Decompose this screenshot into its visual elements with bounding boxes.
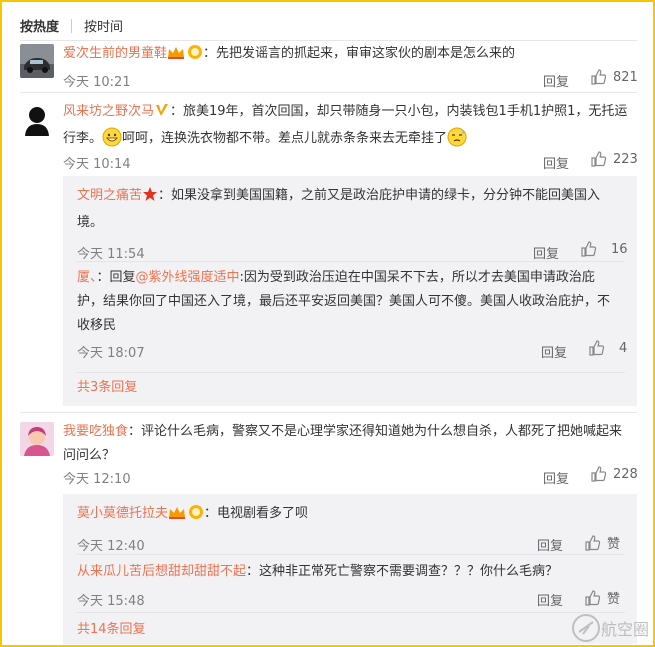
crown-badge-icon (167, 45, 187, 69)
grin-emoji-icon (102, 127, 122, 147)
reply-username[interactable]: 从来瓜儿苦后想甜却甜甜不起 (77, 564, 246, 579)
like-count: 4 (619, 340, 628, 356)
comment-username[interactable]: 爱次生前的男童鞋 (63, 46, 167, 61)
member-badge-icon (187, 44, 203, 69)
reply-thread: 文明之痛苦 ：如果没拿到美国国籍，之前又是政治庇护申请的绿卡，分分钟不能回美国入 … (63, 176, 637, 406)
like-button[interactable]: 4 (589, 340, 627, 356)
more-replies: 共14条回复 (77, 618, 625, 642)
comment-username[interactable]: 风来坊之野次马 (63, 104, 154, 119)
comment-text: ：旅美19年，首次回国，却只带随身一只小包，内装钱包1手机1护照1，无托运 (170, 104, 628, 119)
reply-item: 文明之痛苦 ：如果没拿到美国国籍，之前又是政治庇护申请的绿卡，分分钟不能回美国入 … (77, 184, 628, 263)
more-replies-link[interactable]: 共3条回复 (77, 380, 137, 395)
reply-divider (77, 261, 625, 262)
sort-bar-divider (20, 40, 637, 41)
star-badge-icon (142, 186, 158, 211)
reply-time: 今天 15:48 (77, 594, 145, 609)
reply-text: ：这种非正常死亡警察不需要调查？？？你什么毛病？ (246, 564, 559, 579)
reply-button[interactable]: 回复 (543, 153, 569, 172)
reply-username[interactable]: 厦、 (77, 270, 97, 285)
thumbs-up-icon (591, 466, 607, 482)
avatar[interactable] (20, 422, 54, 456)
reply-username[interactable]: 莫小莫德托拉夫 (77, 506, 168, 521)
verified-v-icon (154, 102, 170, 127)
reply-time: 今天 12:40 (77, 539, 145, 554)
like-count: 821 (613, 69, 638, 85)
like-count: 赞 (607, 592, 621, 607)
reply-button[interactable]: 回复 (537, 535, 563, 554)
reply-text: :因为受到政治压迫在中国呆不下去，所以才去美国申请政治庇 (239, 270, 595, 285)
reply-text: ：如果没拿到美国国籍，之前又是政治庇护申请的绿卡，分分钟不能回美国入 (158, 188, 601, 203)
crown-badge-icon (168, 505, 188, 529)
like-button[interactable]: 223 (591, 151, 638, 167)
like-count: 赞 (607, 537, 621, 552)
reply-prefix: ：回复 (96, 270, 136, 285)
comment-item: 我要吃独食：评论什么毛病，警察又不是心理学家还得知道她为什么想自杀，人都死了把她… (20, 422, 638, 490)
reply-divider (77, 612, 625, 613)
comment-divider (20, 412, 637, 413)
reply-item: 厦、：回复@紫外线强度适中:因为受到政治压迫在中国呆不下去，所以才去美国申请政治… (77, 266, 627, 362)
avatar[interactable] (20, 44, 54, 78)
reply-username[interactable]: 文明之痛苦 (77, 188, 142, 203)
sweat-emoji-icon (447, 127, 467, 147)
comment-username[interactable]: 我要吃独食 (63, 424, 128, 439)
comment-item: 风来坊之野次马 ：旅美19年，首次回国，却只带随身一只小包，内装钱包1手机1护照1… (20, 102, 638, 174)
comment-time: 今天 10:14 (63, 157, 131, 172)
watermark-logo-icon (571, 614, 600, 642)
reply-button[interactable]: 回复 (543, 71, 569, 90)
like-button[interactable]: 228 (591, 466, 638, 482)
reply-button[interactable]: 回复 (543, 468, 569, 487)
comment-divider (20, 92, 637, 93)
comment-text-continued: 行李。 (63, 131, 103, 146)
reply-divider (77, 372, 625, 373)
reply-button[interactable]: 回复 (541, 342, 567, 361)
avatar[interactable] (20, 102, 54, 136)
reply-text-continued: 护，结果你回了中国还入了境，最后还平安返回美国？美国人可不傻。美国人收政治庇护，… (77, 294, 611, 309)
sort-divider (71, 18, 73, 33)
more-replies: 共3条回复 (77, 376, 625, 400)
comment-time: 今天 12:10 (63, 472, 131, 487)
watermark: 航空圈 (571, 613, 649, 643)
mention-link[interactable]: @紫外线强度适中 (136, 270, 240, 285)
thumbs-up-icon (591, 151, 607, 167)
reply-button[interactable]: 回复 (537, 590, 563, 609)
like-button[interactable]: 赞 (585, 588, 620, 607)
like-count: 16 (611, 241, 628, 257)
reply-text-continued: 境。 (77, 215, 104, 230)
reply-time: 今天 11:54 (77, 247, 145, 262)
like-count: 223 (613, 151, 638, 167)
like-count: 228 (613, 466, 638, 482)
like-button[interactable]: 赞 (585, 533, 620, 552)
like-button[interactable]: 821 (591, 69, 638, 85)
member-badge-icon (188, 504, 204, 529)
comment-item: 爱次生前的男童鞋 ：先把发谣言的抓起来，审审这家伙的剧本是怎么来的 今天 10:2… (20, 44, 638, 92)
reply-thread: 莫小莫德托拉夫 ：电视剧看多了呗 今天 12:40 回复 赞 从来瓜儿苦后想甜却甜… (63, 494, 637, 644)
comment-text-continued: 呵呵，连换洗衣物都不带。差点儿就赤条条来去无牵挂了 (122, 131, 448, 146)
like-button[interactable]: 16 (581, 241, 628, 257)
comment-text-continued: 问问么？ (63, 448, 116, 463)
more-replies-link[interactable]: 共14条回复 (77, 622, 146, 637)
reply-time: 今天 18:07 (77, 346, 145, 361)
thumbs-up-icon (585, 589, 601, 606)
comment-time: 今天 10:21 (63, 75, 131, 90)
sort-by-hot-tab[interactable]: 按热度 (20, 16, 59, 35)
reply-text: ：电视剧看多了呗 (204, 506, 309, 521)
reply-divider (77, 554, 625, 555)
reply-button[interactable]: 回复 (533, 243, 559, 262)
thumbs-up-icon (591, 69, 607, 85)
comment-text: ：评论什么毛病，警察又不是心理学家还得知道她为什么想自杀，人都死了把她喊起来 (128, 424, 623, 439)
thumbs-up-icon (589, 340, 605, 356)
reply-text-continued: 收移民 (77, 318, 117, 333)
sort-bar: 按热度 按时间 (20, 16, 123, 35)
comment-text: ：先把发谣言的抓起来，审审这家伙的剧本是怎么来的 (203, 46, 516, 61)
thumbs-up-icon (581, 241, 597, 257)
reply-item: 从来瓜儿苦后想甜却甜甜不起：这种非正常死亡警察不需要调查？？？你什么毛病？ 今天… (77, 560, 625, 610)
thumbs-up-icon (585, 534, 601, 551)
sort-by-time-tab[interactable]: 按时间 (84, 16, 123, 35)
watermark-text: 航空圈 (600, 620, 649, 639)
reply-item: 莫小莫德托拉夫 ：电视剧看多了呗 今天 12:40 回复 赞 (77, 502, 625, 555)
